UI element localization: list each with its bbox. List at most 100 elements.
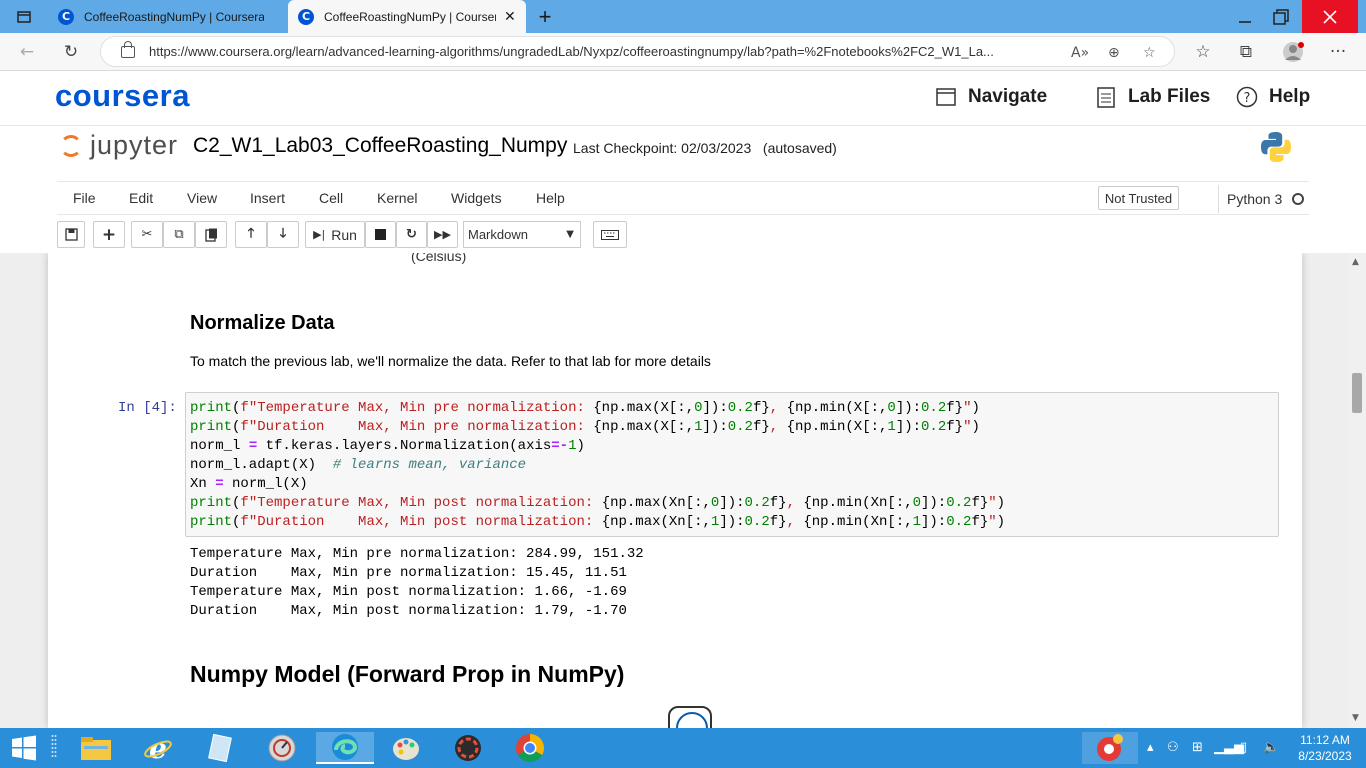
svg-text:e: e <box>149 733 167 763</box>
chevron-down-icon: ▼ <box>566 229 574 240</box>
checkpoint-status: Last Checkpoint: 02/03/2023 (autosaved) <box>573 140 837 156</box>
windows-taskbar: e ▴ ⚇ ⊞ ▁▃▅ ▯ 🔈 11:12 AM 8/23/2023 <box>0 728 1366 768</box>
move-up-icon[interactable]: 🡑 <box>235 221 267 248</box>
close-tab-icon[interactable]: ✕ <box>504 9 516 25</box>
help-label: Help <box>1269 86 1311 107</box>
lab-files-label: Lab Files <box>1128 86 1211 107</box>
refresh-icon[interactable]: ↻ <box>56 37 86 67</box>
profile-avatar-icon[interactable] <box>1278 37 1308 67</box>
browser-tab-active[interactable]: C CoffeeRoastingNumPy | Coursera ✕ <box>288 0 526 33</box>
people-icon[interactable]: ⚇ <box>1167 740 1179 755</box>
scrollbar-thumb[interactable] <box>1352 373 1362 413</box>
markdown-paragraph: To match the previous lab, we'll normali… <box>190 353 711 369</box>
close-window-icon[interactable] <box>1302 0 1358 33</box>
stop-icon[interactable] <box>365 221 396 248</box>
paste-icon[interactable] <box>195 221 227 248</box>
help-button[interactable]: ? Help <box>1236 86 1310 108</box>
code-line: print(f"Temperature Max, Min post normal… <box>190 495 1006 511</box>
navigate-icon <box>935 87 957 107</box>
security-app-icon[interactable] <box>448 732 488 764</box>
code-line: print(f"Duration Max, Min post normaliza… <box>190 514 1006 530</box>
volume-icon[interactable]: 🔈 <box>1263 740 1279 755</box>
network-device-icon[interactable]: ⊞ <box>1192 740 1203 755</box>
paint-icon[interactable] <box>386 732 426 764</box>
url-field[interactable]: https://www.coursera.org/learn/advanced-… <box>100 36 1175 67</box>
read-aloud-icon[interactable]: A» <box>1071 45 1089 61</box>
more-options-icon[interactable]: ··· <box>1323 37 1353 67</box>
coursera-favicon-icon: C <box>58 8 74 25</box>
trust-button[interactable]: Not Trusted <box>1098 186 1179 210</box>
menu-view[interactable]: View <box>187 190 217 206</box>
tab-actions-icon[interactable] <box>0 0 48 33</box>
code-line: norm_l = tf.keras.layers.Normalization(a… <box>190 438 585 454</box>
copy-icon[interactable]: ⧉ <box>163 221 195 248</box>
lab-files-button[interactable]: Lab Files <box>1095 86 1210 108</box>
new-tab-button[interactable]: + <box>522 0 568 33</box>
navigate-label: Navigate <box>968 86 1048 107</box>
restart-icon[interactable]: ↻ <box>396 221 427 248</box>
page-scrollbar[interactable]: ▲ ▼ <box>1348 253 1366 728</box>
back-arrow-icon[interactable]: ← <box>12 37 42 67</box>
jupyter-logo[interactable]: jupyter <box>60 130 178 161</box>
file-explorer-icon[interactable] <box>76 732 116 764</box>
cell-type-select[interactable]: Markdown ▼ <box>463 221 581 248</box>
scroll-up-icon[interactable]: ▲ <box>1352 257 1359 267</box>
browser-tab[interactable]: C CoffeeRoastingNumPy | Coursera <box>48 0 286 33</box>
lab-files-icon <box>1095 87 1117 108</box>
browser-tab-bar: C CoffeeRoastingNumPy | Coursera C Coffe… <box>0 0 1366 33</box>
windows-start-icon[interactable] <box>4 732 44 764</box>
cut-icon[interactable]: ✂ <box>131 221 163 248</box>
run-button[interactable]: ▶| Run <box>305 221 365 248</box>
menu-help[interactable]: Help <box>536 190 565 206</box>
insert-cell-icon[interactable]: + <box>93 221 125 248</box>
clock-date: 8/23/2023 <box>1298 749 1352 763</box>
chrome-icon[interactable] <box>510 732 550 764</box>
collections-icon[interactable]: ⧉ <box>1231 37 1261 67</box>
add-favorite-icon[interactable]: ☆ <box>1143 45 1156 61</box>
svg-text:?: ? <box>1244 91 1251 106</box>
coursera-header: coursera Navigate Lab Files ? Help <box>0 72 1366 126</box>
system-clock[interactable]: 11:12 AM 8/23/2023 <box>1290 732 1360 764</box>
menu-insert[interactable]: Insert <box>250 190 285 206</box>
speed-dial-icon[interactable] <box>262 732 302 764</box>
output-line: Temperature Max, Min pre normalization: … <box>190 546 644 562</box>
navigate-button[interactable]: Navigate <box>935 86 1047 108</box>
output-line: Duration Max, Min post normalization: 1.… <box>190 603 627 619</box>
battery-icon[interactable]: ▯ <box>1240 740 1247 755</box>
move-down-icon[interactable]: 🡓 <box>267 221 299 248</box>
notebook-page: (Celsius) Normalize Data To match the pr… <box>48 253 1302 728</box>
keyboard-icon[interactable] <box>593 221 627 248</box>
save-icon[interactable] <box>57 221 85 248</box>
kernel-idle-icon <box>1292 193 1305 205</box>
notepad-icon[interactable] <box>200 732 240 764</box>
code-cell[interactable]: print(f"Temperature Max, Min pre normali… <box>185 392 1279 537</box>
jupyter-logo-text: jupyter <box>90 130 179 160</box>
notebook-name[interactable]: C2_W1_Lab03_CoffeeRoasting_Numpy <box>193 134 567 158</box>
help-icon: ? <box>1236 86 1258 108</box>
run-icon: ▶| <box>313 228 326 241</box>
menu-cell[interactable]: Cell <box>319 190 343 206</box>
internet-explorer-icon[interactable]: e <box>138 732 178 764</box>
code-line: print(f"Duration Max, Min pre normalizat… <box>190 419 980 435</box>
section-heading: Normalize Data <box>190 312 335 334</box>
edge-browser-icon[interactable] <box>316 732 374 764</box>
menu-file[interactable]: File <box>73 190 96 206</box>
menu-kernel[interactable]: Kernel <box>377 190 417 206</box>
fast-forward-icon[interactable]: ▶▶ <box>427 221 458 248</box>
address-bar: ← ↻ https://www.coursera.org/learn/advan… <box>0 33 1366 71</box>
coursera-logo[interactable]: coursera <box>55 78 190 114</box>
notification-app-icon[interactable] <box>1082 732 1138 764</box>
scroll-down-icon[interactable]: ▼ <box>1352 713 1359 723</box>
run-label: Run <box>331 226 357 243</box>
maximize-icon[interactable] <box>1258 0 1304 33</box>
menu-widgets[interactable]: Widgets <box>451 190 502 206</box>
output-line: Temperature Max, Min post normalization:… <box>190 584 627 600</box>
jupyter-toolbar: + ✂ ⧉ 🡑 🡓 ▶| Run ↻ ▶▶ Markdown ▼ <box>57 218 1309 252</box>
kernel-indicator: Python 3 <box>1218 185 1305 213</box>
section-heading: Numpy Model (Forward Prop in NumPy) <box>190 661 625 687</box>
zoom-icon[interactable]: ⊕ <box>1108 45 1120 61</box>
clock-time: 11:12 AM <box>1300 733 1350 747</box>
show-hidden-icons-icon[interactable]: ▴ <box>1147 740 1154 755</box>
favorites-icon[interactable]: ☆ <box>1188 37 1218 67</box>
menu-edit[interactable]: Edit <box>129 190 153 206</box>
